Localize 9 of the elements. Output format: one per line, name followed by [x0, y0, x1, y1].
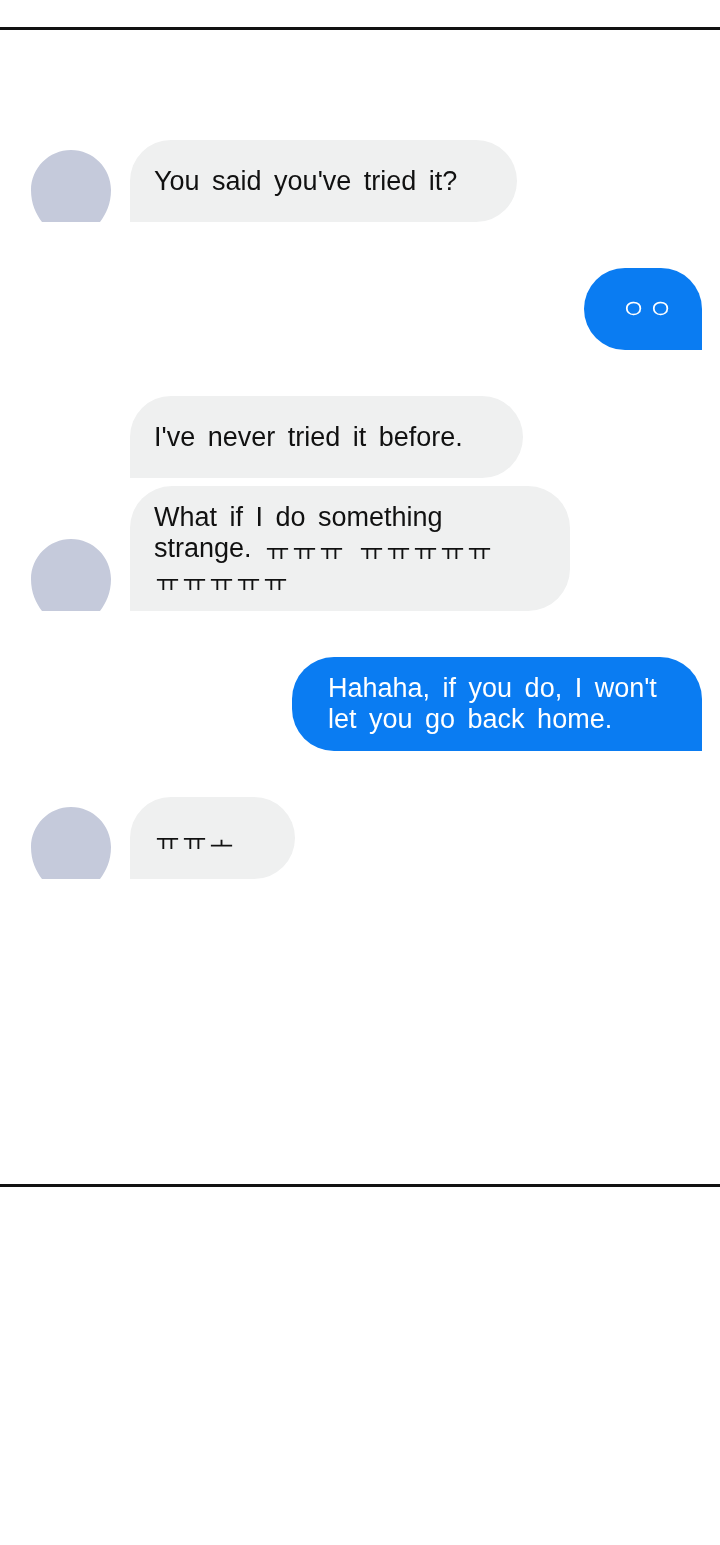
message-bubble: I've never tried it before. — [130, 396, 523, 478]
avatar-icon — [30, 150, 112, 222]
message-bubble: What if I do something strange. ㅠㅠㅠ ㅠㅠㅠㅠㅠㅠㅠㅠㅠㅠ — [130, 486, 570, 611]
avatar-icon — [30, 807, 112, 879]
message-bubble: ㅇㅇ — [584, 268, 702, 350]
message-bubble: You said you've tried it? — [130, 140, 518, 222]
avatar-icon — [30, 539, 112, 611]
message-bubble: ㅠㅠㅗ — [130, 797, 295, 879]
message-bubble: Hahaha, if you do, I won't let you go back home. — [292, 657, 702, 751]
